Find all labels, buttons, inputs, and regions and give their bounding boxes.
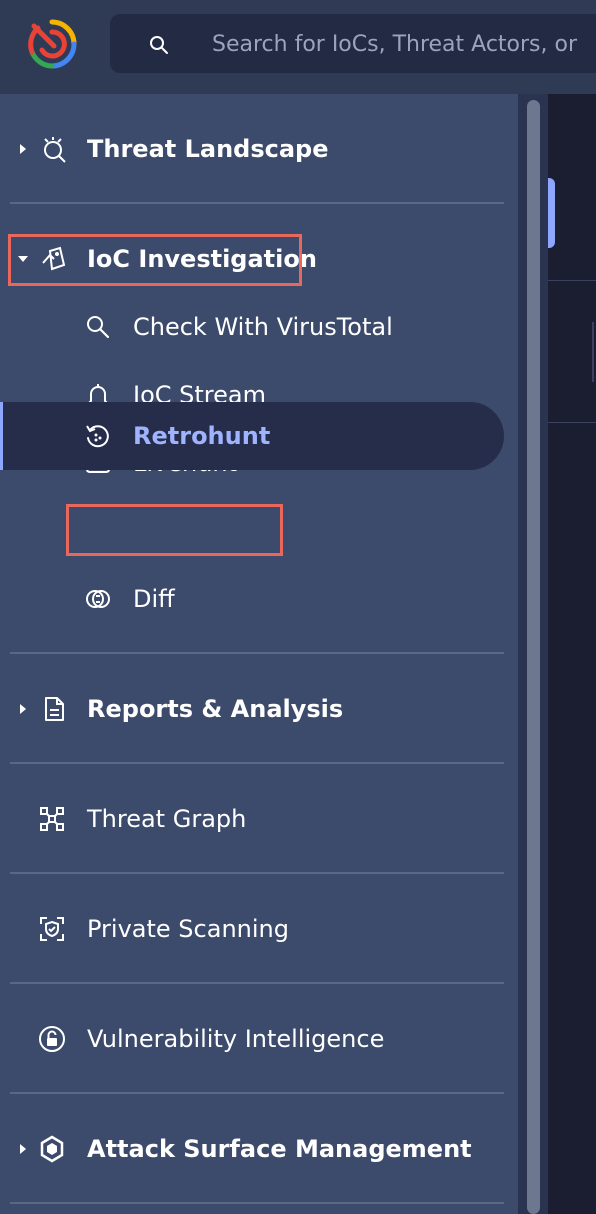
lock-icon: [36, 1023, 68, 1055]
chevron-right-icon[interactable]: [18, 702, 28, 716]
nav-label: Check With VirusTotal: [133, 313, 393, 341]
nav-retrohunt[interactable]: Retrohunt: [0, 406, 518, 466]
nav-attack-surface-management[interactable]: Attack Surface Management: [0, 1119, 518, 1179]
chevron-right-icon[interactable]: [18, 142, 28, 156]
divider: [10, 762, 504, 764]
search-icon: [82, 311, 114, 343]
divider: [592, 322, 594, 382]
shield-scan-icon: [36, 913, 68, 945]
nav-vulnerability-intelligence[interactable]: Vulnerability Intelligence: [0, 1009, 518, 1069]
nav-label: Attack Surface Management: [87, 1135, 472, 1163]
divider: [548, 280, 596, 281]
chevron-right-icon[interactable]: [18, 1142, 28, 1156]
nav-label: IoC Investigation: [87, 245, 317, 273]
ioc-investigation-icon: [38, 243, 70, 275]
divider: [10, 1202, 504, 1204]
graph-icon: [36, 803, 68, 835]
divider: [548, 422, 596, 423]
divider: [10, 652, 504, 654]
scrollbar-thumb[interactable]: [527, 100, 540, 1214]
divider: [10, 982, 504, 984]
nav-diff[interactable]: Diff: [0, 569, 518, 629]
divider: [10, 872, 504, 874]
main-content-edge: [548, 94, 596, 1214]
hexagon-icon: [36, 1133, 68, 1165]
nav-label: Vulnerability Intelligence: [87, 1025, 385, 1053]
global-search[interactable]: [110, 14, 596, 73]
document-icon: [38, 693, 70, 725]
top-bar: [0, 0, 596, 94]
nav-ioc-investigation[interactable]: IoC Investigation: [0, 229, 518, 289]
nav-label: Private Scanning: [87, 915, 289, 943]
nav-threat-graph[interactable]: Threat Graph: [0, 789, 518, 849]
divider: [10, 1092, 504, 1094]
nav-label: Threat Landscape: [87, 135, 329, 163]
nav-label: Threat Graph: [87, 805, 247, 833]
chevron-down-icon[interactable]: [16, 254, 30, 264]
search-input[interactable]: [210, 22, 596, 67]
nav-label: Retrohunt: [133, 422, 271, 450]
nav-threat-landscape[interactable]: Threat Landscape: [0, 119, 518, 179]
main-tab-indicator: [548, 178, 555, 248]
divider: [10, 202, 504, 204]
nav-check-with-virustotal[interactable]: Check With VirusTotal: [0, 297, 518, 357]
nav-reports-analysis[interactable]: Reports & Analysis: [0, 679, 518, 739]
nav-private-scanning[interactable]: Private Scanning: [0, 899, 518, 959]
diff-icon: [82, 583, 114, 615]
retrohunt-icon: [82, 420, 114, 452]
virustotal-logo-icon[interactable]: [24, 16, 80, 72]
search-icon: [150, 36, 168, 54]
threat-landscape-icon: [38, 133, 70, 165]
nav-label: Diff: [133, 585, 175, 613]
nav-label: Reports & Analysis: [87, 695, 344, 723]
